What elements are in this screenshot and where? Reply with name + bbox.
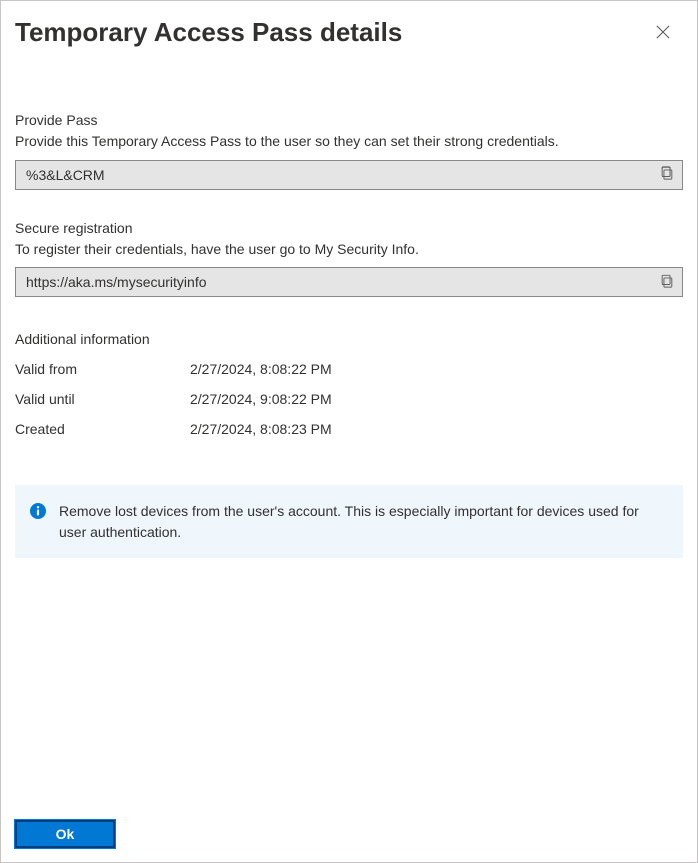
secure-registration-box: https://aka.ms/mysecurityinfo: [15, 267, 683, 297]
additional-info-label: Additional information: [15, 331, 683, 347]
info-row-valid-from: Valid from 2/27/2024, 8:08:22 PM: [15, 361, 683, 377]
ok-button[interactable]: Ok: [15, 820, 115, 848]
copy-icon: [660, 166, 674, 183]
secure-registration-desc: To register their credentials, have the …: [15, 240, 683, 260]
provide-pass-desc: Provide this Temporary Access Pass to th…: [15, 132, 683, 152]
close-icon: [656, 25, 670, 42]
secure-registration-label: Secure registration: [15, 220, 683, 236]
copy-pass-button[interactable]: [652, 161, 682, 189]
close-button[interactable]: [649, 19, 677, 47]
info-key: Valid from: [15, 361, 190, 377]
provide-pass-box: %3&L&CRM: [15, 160, 683, 190]
provide-pass-label: Provide Pass: [15, 112, 683, 128]
info-callout-text: Remove lost devices from the user's acco…: [59, 501, 665, 542]
secure-registration-value: https://aka.ms/mysecurityinfo: [16, 274, 652, 290]
info-row-created: Created 2/27/2024, 8:08:23 PM: [15, 421, 683, 437]
info-key: Valid until: [15, 391, 190, 407]
info-icon: [29, 502, 47, 520]
dialog-content: Provide Pass Provide this Temporary Acce…: [1, 52, 697, 810]
dialog-header: Temporary Access Pass details: [1, 1, 697, 52]
info-key: Created: [15, 421, 190, 437]
info-value: 2/27/2024, 8:08:22 PM: [190, 361, 332, 377]
info-callout: Remove lost devices from the user's acco…: [15, 485, 683, 558]
copy-url-button[interactable]: [652, 268, 682, 296]
copy-icon: [660, 274, 674, 291]
provide-pass-value: %3&L&CRM: [16, 167, 652, 183]
dialog-title: Temporary Access Pass details: [15, 17, 402, 48]
info-row-valid-until: Valid until 2/27/2024, 9:08:22 PM: [15, 391, 683, 407]
dialog-footer: Ok: [1, 810, 697, 862]
info-value: 2/27/2024, 9:08:22 PM: [190, 391, 332, 407]
info-value: 2/27/2024, 8:08:23 PM: [190, 421, 332, 437]
